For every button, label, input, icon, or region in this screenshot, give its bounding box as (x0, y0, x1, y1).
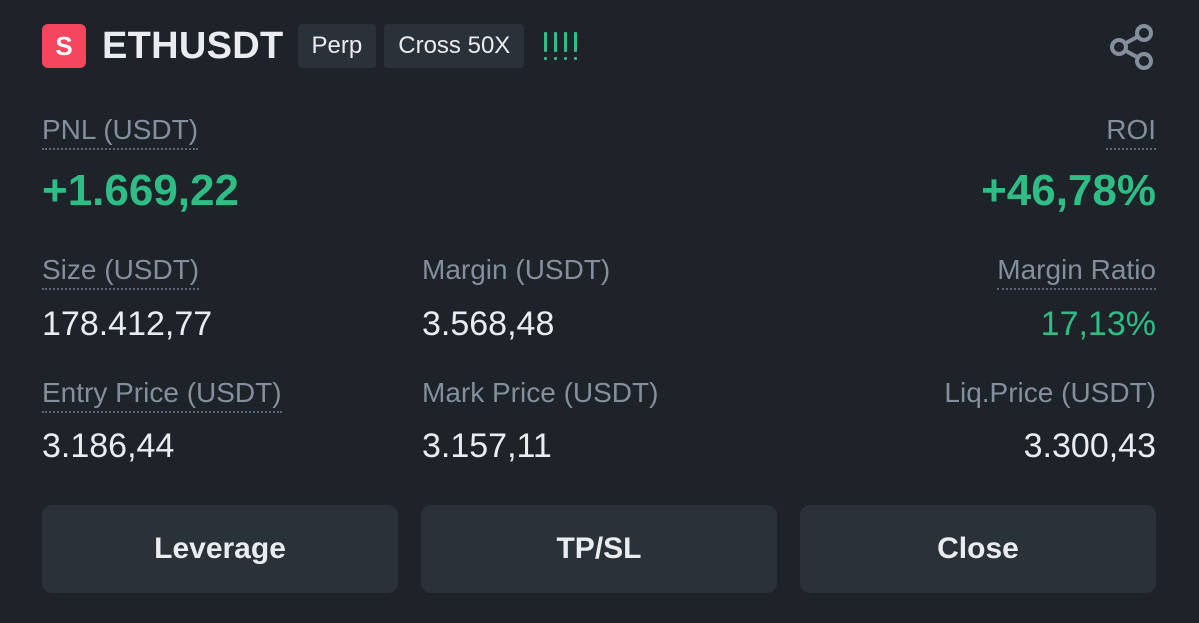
liq-price-value: 3.300,43 (1023, 427, 1156, 465)
symbol-title[interactable]: ETHUSDT (102, 25, 284, 68)
position-card: S ETHUSDT Perp Cross 50X PNL (USDT) +1.6… (0, 0, 1199, 623)
size-label[interactable]: Size (USDT) (42, 254, 200, 290)
adl-indicator-icon (542, 28, 582, 64)
contract-type-tag: Perp (297, 24, 377, 68)
roi-value: +46,78% (981, 166, 1156, 215)
margin-ratio-label[interactable]: Margin Ratio (997, 254, 1156, 290)
mark-price-label: Mark Price (USDT) (422, 377, 659, 408)
size-value: 178.412,77 (42, 305, 213, 343)
entry-price-label[interactable]: Entry Price (USDT) (42, 377, 282, 413)
margin-value: 3.568,48 (422, 305, 555, 343)
margin-mode-tag[interactable]: Cross 50X (384, 24, 525, 68)
pnl-value: +1.669,22 (42, 166, 239, 215)
pnl-label[interactable]: PNL (USDT) (42, 114, 199, 150)
roi-label[interactable]: ROI (1106, 114, 1156, 150)
entry-price-value: 3.186,44 (42, 427, 175, 465)
position-header: S ETHUSDT Perp Cross 50X (42, 22, 582, 70)
short-side-badge: S (42, 24, 86, 68)
leverage-button[interactable]: Leverage (42, 505, 398, 593)
margin-ratio-value: 17,13% (1040, 305, 1156, 343)
liq-price-label: Liq.Price (USDT) (944, 377, 1156, 408)
close-position-button[interactable]: Close (800, 505, 1156, 593)
adl-bars-icon (544, 32, 578, 60)
share-icon[interactable] (1107, 22, 1157, 72)
mark-price-value: 3.157,11 (422, 427, 552, 465)
margin-label: Margin (USDT) (422, 254, 611, 285)
tpsl-button[interactable]: TP/SL (421, 505, 777, 593)
